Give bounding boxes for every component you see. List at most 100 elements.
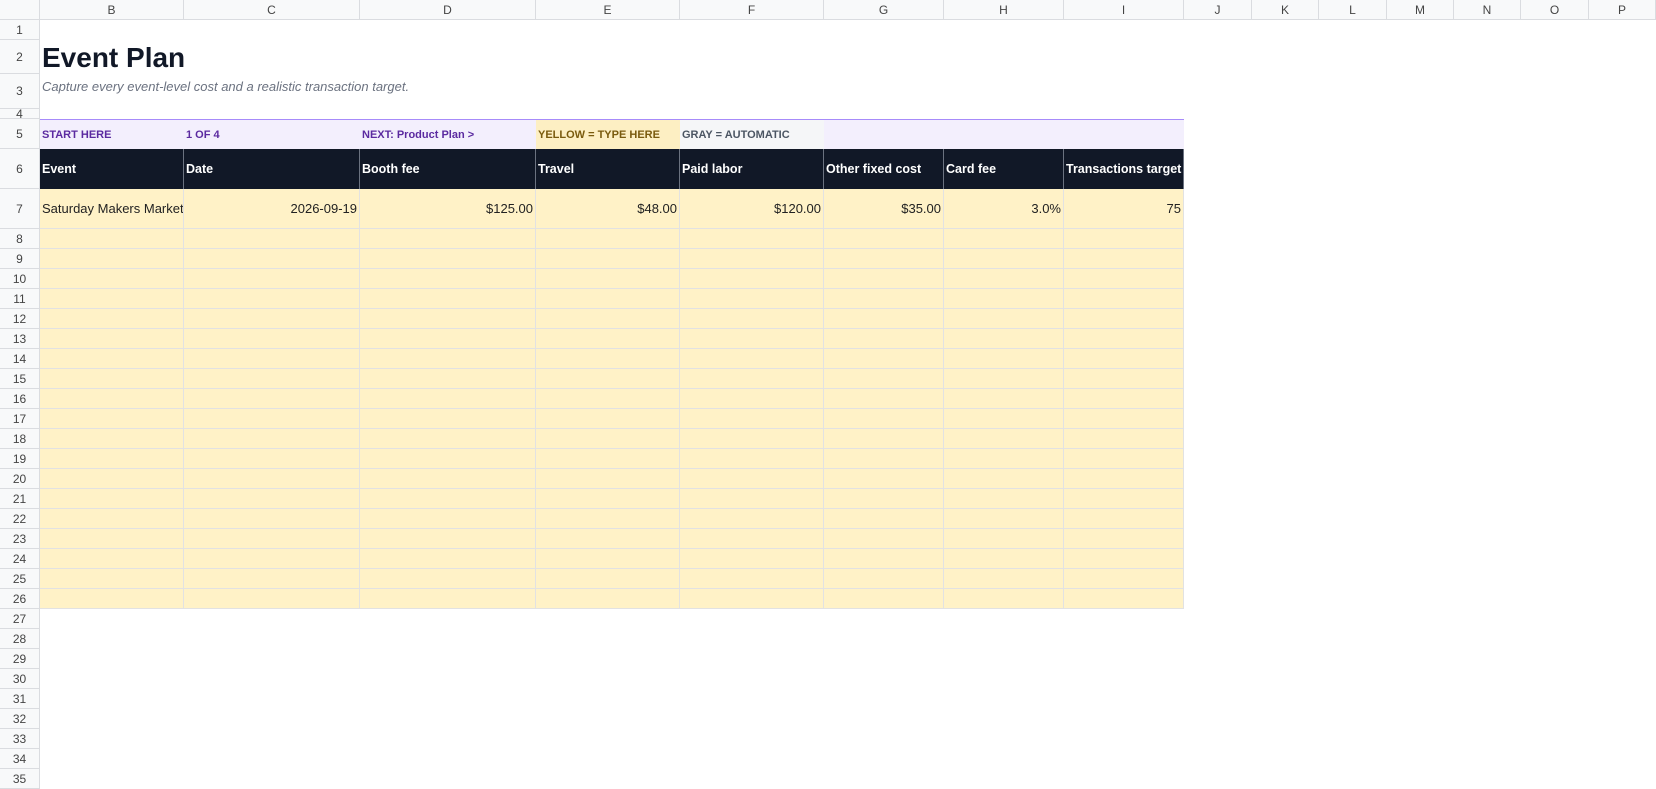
column-header[interactable]: M (1387, 0, 1454, 20)
column-header[interactable]: F (680, 0, 824, 20)
empty-input-cell[interactable] (360, 509, 536, 529)
empty-input-cell[interactable] (40, 229, 184, 249)
input-cell[interactable]: $35.00 (824, 189, 944, 229)
row-header[interactable]: 30 (0, 669, 40, 689)
empty-input-cell[interactable] (680, 429, 824, 449)
empty-input-cell[interactable] (360, 569, 536, 589)
row-header[interactable]: 27 (0, 609, 40, 629)
row-header[interactable]: 22 (0, 509, 40, 529)
input-cell[interactable]: $125.00 (360, 189, 536, 229)
row-header[interactable]: 34 (0, 749, 40, 769)
row-header[interactable]: 7 (0, 189, 40, 229)
empty-input-cell[interactable] (1064, 469, 1184, 489)
empty-input-cell[interactable] (184, 329, 360, 349)
empty-input-cell[interactable] (40, 509, 184, 529)
empty-input-cell[interactable] (360, 469, 536, 489)
empty-input-cell[interactable] (824, 269, 944, 289)
row-header[interactable]: 10 (0, 269, 40, 289)
column-header[interactable]: L (1319, 0, 1387, 20)
row-header[interactable]: 35 (0, 769, 40, 789)
input-cell[interactable]: Saturday Makers Market (40, 189, 184, 229)
empty-input-cell[interactable] (40, 529, 184, 549)
empty-input-cell[interactable] (824, 409, 944, 429)
empty-input-cell[interactable] (360, 269, 536, 289)
empty-input-cell[interactable] (184, 269, 360, 289)
empty-input-cell[interactable] (944, 589, 1064, 609)
empty-input-cell[interactable] (824, 589, 944, 609)
empty-input-cell[interactable] (680, 389, 824, 409)
empty-input-cell[interactable] (40, 289, 184, 309)
select-all-corner[interactable] (0, 0, 40, 20)
empty-input-cell[interactable] (360, 349, 536, 369)
empty-input-cell[interactable] (680, 569, 824, 589)
empty-input-cell[interactable] (680, 349, 824, 369)
empty-input-cell[interactable] (360, 229, 536, 249)
empty-input-cell[interactable] (944, 569, 1064, 589)
row-header[interactable]: 31 (0, 689, 40, 709)
empty-input-cell[interactable] (680, 249, 824, 269)
empty-input-cell[interactable] (40, 329, 184, 349)
empty-input-cell[interactable] (184, 489, 360, 509)
row-header[interactable]: 17 (0, 409, 40, 429)
empty-input-cell[interactable] (1064, 549, 1184, 569)
empty-input-cell[interactable] (680, 549, 824, 569)
empty-input-cell[interactable] (40, 429, 184, 449)
empty-input-cell[interactable] (1064, 349, 1184, 369)
empty-input-cell[interactable] (680, 509, 824, 529)
empty-input-cell[interactable] (824, 469, 944, 489)
input-cell[interactable]: $120.00 (680, 189, 824, 229)
row-header[interactable]: 11 (0, 289, 40, 309)
empty-input-cell[interactable] (536, 429, 680, 449)
empty-input-cell[interactable] (40, 349, 184, 369)
empty-input-cell[interactable] (824, 529, 944, 549)
empty-input-cell[interactable] (1064, 249, 1184, 269)
empty-input-cell[interactable] (824, 509, 944, 529)
empty-input-cell[interactable] (824, 449, 944, 469)
empty-input-cell[interactable] (40, 249, 184, 269)
empty-input-cell[interactable] (536, 509, 680, 529)
empty-input-cell[interactable] (944, 329, 1064, 349)
empty-input-cell[interactable] (944, 529, 1064, 549)
empty-input-cell[interactable] (1064, 589, 1184, 609)
empty-input-cell[interactable] (824, 549, 944, 569)
empty-input-cell[interactable] (680, 229, 824, 249)
empty-input-cell[interactable] (536, 489, 680, 509)
empty-input-cell[interactable] (184, 389, 360, 409)
row-header[interactable]: 6 (0, 149, 40, 189)
empty-input-cell[interactable] (184, 249, 360, 269)
row-header[interactable]: 24 (0, 549, 40, 569)
row-header[interactable]: 5 (0, 119, 40, 149)
empty-input-cell[interactable] (40, 489, 184, 509)
row-header[interactable]: 4 (0, 107, 40, 121)
empty-input-cell[interactable] (824, 569, 944, 589)
empty-input-cell[interactable] (536, 269, 680, 289)
empty-input-cell[interactable] (536, 249, 680, 269)
empty-input-cell[interactable] (536, 289, 680, 309)
empty-input-cell[interactable] (944, 509, 1064, 529)
empty-input-cell[interactable] (944, 449, 1064, 469)
empty-input-cell[interactable] (1064, 229, 1184, 249)
empty-input-cell[interactable] (1064, 569, 1184, 589)
empty-input-cell[interactable] (536, 569, 680, 589)
empty-input-cell[interactable] (944, 429, 1064, 449)
column-header[interactable]: H (944, 0, 1064, 20)
row-header[interactable]: 23 (0, 529, 40, 549)
empty-input-cell[interactable] (680, 289, 824, 309)
empty-input-cell[interactable] (184, 229, 360, 249)
column-header[interactable]: K (1252, 0, 1319, 20)
empty-input-cell[interactable] (680, 529, 824, 549)
empty-input-cell[interactable] (40, 389, 184, 409)
empty-input-cell[interactable] (944, 249, 1064, 269)
empty-input-cell[interactable] (1064, 269, 1184, 289)
empty-input-cell[interactable] (536, 369, 680, 389)
row-header[interactable]: 8 (0, 229, 40, 249)
empty-input-cell[interactable] (536, 349, 680, 369)
empty-input-cell[interactable] (40, 569, 184, 589)
empty-input-cell[interactable] (944, 409, 1064, 429)
empty-input-cell[interactable] (680, 449, 824, 469)
empty-input-cell[interactable] (1064, 389, 1184, 409)
row-header[interactable]: 12 (0, 309, 40, 329)
row-header[interactable]: 2 (0, 40, 40, 74)
empty-input-cell[interactable] (184, 349, 360, 369)
empty-input-cell[interactable] (40, 269, 184, 289)
